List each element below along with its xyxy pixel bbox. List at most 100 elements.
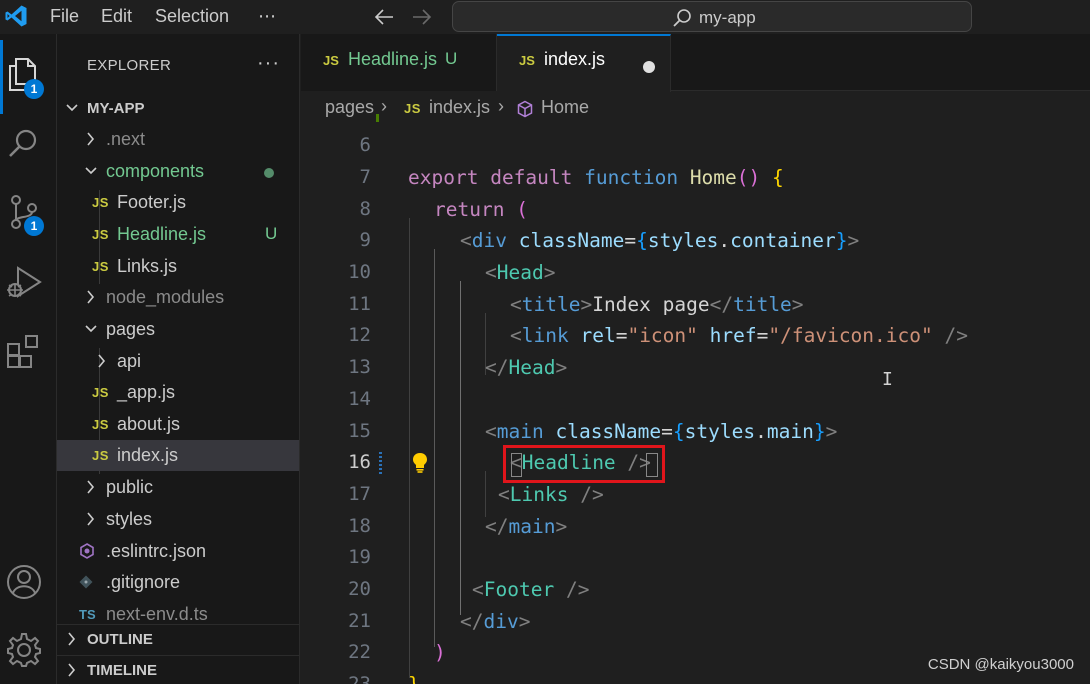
- back-arrow-icon[interactable]: [374, 8, 394, 26]
- code-line-21: </div>: [460, 610, 531, 633]
- tab-index-js[interactable]: JS index.js: [497, 34, 671, 92]
- menu-edit[interactable]: Edit: [101, 6, 132, 27]
- tree-item-node-modules[interactable]: node_modules: [57, 282, 299, 313]
- tree-item-public[interactable]: public: [57, 472, 299, 503]
- line-number: 21: [348, 610, 371, 632]
- git-modified-dot: [264, 168, 274, 178]
- explorer-more-actions[interactable]: ···: [257, 52, 280, 75]
- js-file-icon: JS: [92, 417, 109, 432]
- ibeam-cursor-icon: I: [882, 369, 893, 390]
- tab-status-badge: U: [445, 49, 458, 68]
- tree-item-about-js[interactable]: JS about.js: [57, 409, 299, 440]
- line-number: 19: [348, 546, 371, 568]
- tree-item-links-js[interactable]: JS Links.js: [57, 251, 299, 282]
- tab-label: Headline.js: [348, 49, 438, 69]
- explorer-sidebar: EXPLORER ··· MY-APP .next components JS …: [57, 34, 300, 684]
- forward-arrow-icon[interactable]: [412, 8, 432, 26]
- code-line-12: <link rel="icon" href="/favicon.ico" />: [510, 324, 968, 347]
- indent-guide: [434, 249, 435, 647]
- eslint-icon: [80, 543, 94, 559]
- breadcrumb-pages[interactable]: pages: [325, 97, 374, 118]
- tree-item-label: public: [106, 477, 154, 497]
- lightbulb-icon[interactable]: [411, 452, 429, 474]
- outline-label: OUTLINE: [87, 631, 153, 648]
- tab-bar: JS Headline.js U JS index.js: [301, 34, 1090, 92]
- code-line-8: return (: [434, 198, 528, 221]
- scm-badge: 1: [24, 216, 44, 236]
- annotation-highlight-box: [503, 445, 665, 483]
- js-file-icon: JS: [92, 227, 109, 242]
- chevron-right-icon: [68, 663, 76, 677]
- tree-item-index-js[interactable]: JS index.js: [57, 440, 299, 471]
- indent-guide: [460, 281, 461, 615]
- tree-item-label: .eslintrc.json: [106, 541, 207, 561]
- tree-item-api[interactable]: api: [57, 346, 299, 377]
- tree-item-label: node_modules: [106, 287, 225, 307]
- code-line-15: <main className={styles.main}>: [485, 420, 838, 443]
- code-line-13: </Head>: [485, 356, 568, 379]
- tab-headline-js[interactable]: JS Headline.js U: [301, 34, 497, 91]
- editor-group: JS Headline.js U JS index.js pages › JS …: [301, 34, 1090, 684]
- js-file-icon: JS: [92, 259, 109, 274]
- chevron-down-icon: [66, 104, 78, 112]
- code-line-7: export default function Home() {: [408, 166, 784, 189]
- search-icon[interactable]: [4, 124, 44, 164]
- tree-item-label: pages: [106, 319, 156, 339]
- tree-item-eslintrc[interactable]: .eslintrc.json: [57, 536, 299, 567]
- line-number: 6: [359, 134, 371, 156]
- timeline-section-header[interactable]: TIMELINE: [57, 655, 299, 684]
- js-file-icon: JS: [92, 448, 109, 463]
- extensions-icon[interactable]: [4, 332, 44, 372]
- tree-item-styles[interactable]: styles: [57, 504, 299, 535]
- settings-gear-icon[interactable]: [4, 630, 44, 670]
- menu-selection[interactable]: Selection: [155, 6, 229, 27]
- tree-item-label: .next: [106, 129, 146, 149]
- active-indicator: [0, 40, 3, 114]
- chevron-right-icon: [68, 632, 76, 646]
- line-number: 12: [348, 324, 371, 346]
- explorer-badge: 1: [24, 79, 44, 99]
- code-line-23: }: [408, 673, 420, 684]
- tree-item-pages[interactable]: pages: [57, 314, 299, 345]
- tree-item-label: Headline.js: [117, 224, 207, 244]
- tab-label: index.js: [544, 49, 606, 69]
- tree-root-label: MY-APP: [87, 100, 145, 117]
- tree-item-headline-js[interactable]: JS Headline.js U: [57, 219, 299, 250]
- tree-item-footer-js[interactable]: JS Footer.js: [57, 187, 299, 218]
- line-number: 23: [348, 673, 371, 684]
- tree-root-my-app[interactable]: MY-APP: [57, 93, 299, 124]
- js-file-icon: JS: [92, 385, 109, 400]
- account-icon[interactable]: [4, 562, 44, 602]
- menu-file[interactable]: File: [50, 6, 79, 27]
- chevron-down-icon: [85, 325, 97, 333]
- tree-item-label: .gitignore: [106, 572, 181, 592]
- scrolled-line-remnant: [376, 114, 876, 122]
- outline-section-header[interactable]: OUTLINE: [57, 624, 299, 654]
- chevron-right-icon: [87, 480, 95, 494]
- menu-more[interactable]: ⋯: [258, 6, 276, 27]
- tree-item-gitignore[interactable]: .gitignore: [57, 567, 299, 598]
- chevron-right-icon: [98, 354, 106, 368]
- tree-item-label: next-env.d.ts: [106, 604, 208, 624]
- line-number: 14: [348, 388, 371, 410]
- tree-item-label: components: [106, 161, 205, 181]
- explorer-title: EXPLORER: [87, 57, 172, 74]
- indent-guide: [409, 218, 410, 678]
- code-editor[interactable]: 6 7 8 9 10 11 12 13 14 15 16 17 18 19 20…: [301, 114, 1090, 684]
- dirty-diff-indicator[interactable]: [379, 452, 382, 476]
- run-debug-icon[interactable]: [4, 262, 44, 302]
- line-number: 8: [359, 198, 371, 220]
- line-number: 13: [348, 356, 371, 378]
- tree-item-next[interactable]: .next: [57, 124, 299, 155]
- code-line-10: <Head>: [485, 261, 556, 284]
- tree-item-app-js[interactable]: JS _app.js: [57, 377, 299, 408]
- git-untracked-badge: U: [265, 224, 278, 243]
- tree-item-components[interactable]: components: [57, 156, 299, 187]
- js-file-icon: JS: [323, 53, 339, 68]
- tree-item-label: api: [117, 351, 142, 371]
- line-number: 22: [348, 641, 371, 663]
- code-line-11: <title>Index page</title>: [510, 293, 804, 316]
- command-center-search[interactable]: my-app: [452, 1, 972, 32]
- unsaved-dot-icon[interactable]: [643, 61, 655, 73]
- line-number: 7: [359, 166, 371, 188]
